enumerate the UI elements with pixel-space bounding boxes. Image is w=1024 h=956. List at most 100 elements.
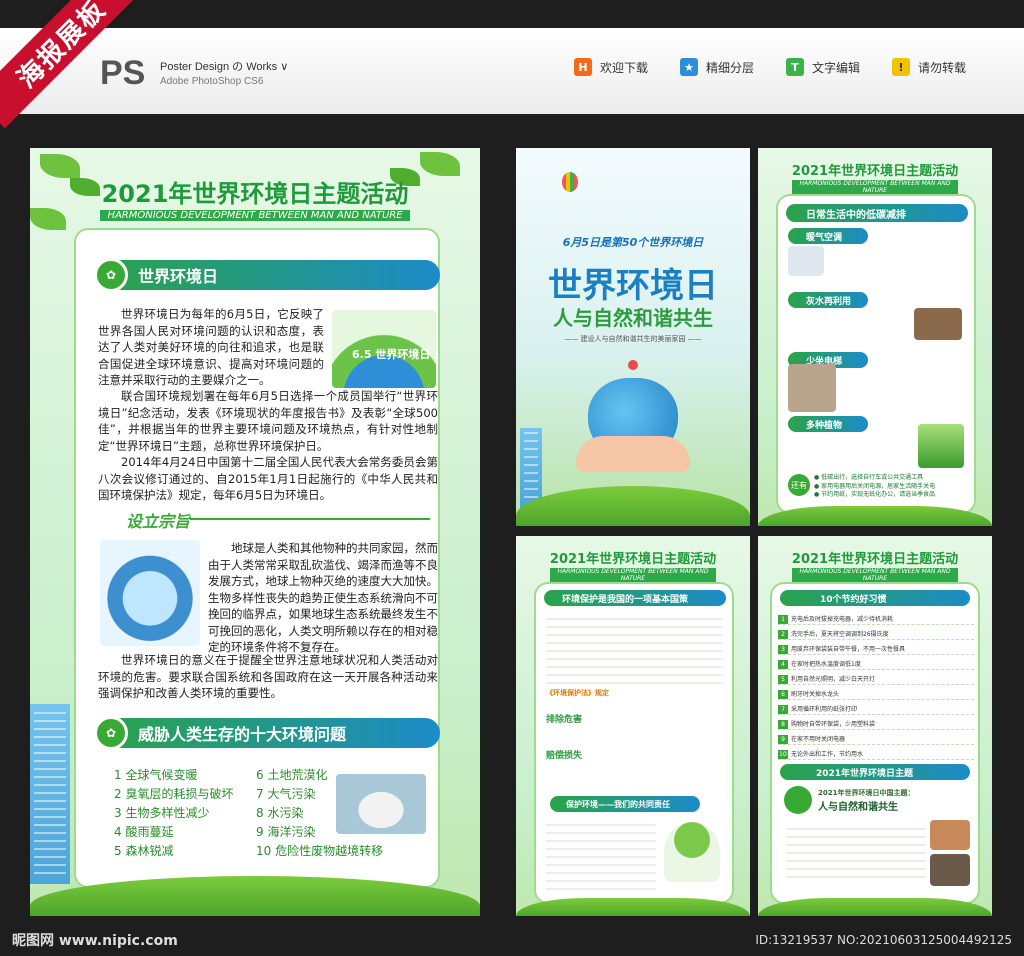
intro-paragraph: 世界环境日为每年的6月5日，它反映了世界各国人民对环境问题的认识和态度，表达了人… (98, 306, 324, 389)
t-icon: T (786, 58, 804, 76)
theme-text: 人与自然和谐共生 (818, 802, 898, 813)
building-decoration (520, 428, 542, 508)
person-photo (930, 854, 970, 886)
problem-item: 4 酸雨蔓延 (114, 825, 174, 839)
low-carbon-poster: 2021年世界环境日主题活动 HARMONIOUS DEVELOPMENT BE… (758, 148, 992, 526)
poster-subtitle-en: HARMONIOUS DEVELOPMENT BETWEEN MAN AND N… (550, 568, 716, 582)
badge-no-repost: ! 请勿转载 (892, 58, 966, 76)
habit-item: 9 在家不用时关闭电器 (778, 734, 974, 745)
habit-item: 6 刷牙时关掉水龙头 (778, 689, 974, 700)
hands-image (576, 436, 690, 472)
cover-top-line: 6月5日是第50个世界环境日 (562, 236, 704, 249)
section-title-responsibility: 保护环境——我们的共同责任 (550, 796, 700, 812)
site-logo: 昵图网 www.nipic.com (12, 933, 178, 949)
poster-title: 2021年世界环境日主题活动 (101, 180, 409, 208)
habit-item: 10 无论外出和工作，节约用水 (778, 749, 974, 760)
law-label: 《环境保护法》规定 (546, 689, 609, 697)
theme-paragraph (786, 822, 926, 884)
problem-item: 10 危险性废物越境转移 (256, 844, 384, 858)
grass-decoration (516, 486, 750, 526)
habit-item: 3 用废弃环保袋装自带午餐，不用一次性餐具 (778, 644, 974, 655)
img-badge: 6.5 世界环境日 (352, 348, 431, 361)
habit-item: 5 利用自然光照明，减少白天开灯 (778, 674, 974, 685)
badge-label: 精细分层 (706, 60, 755, 75)
item-heating: 暖气空调 (788, 228, 868, 244)
badge-download: H 欢迎下载 (574, 58, 648, 76)
section-title-purpose: 设立宗旨 (126, 512, 191, 531)
para-5: 世界环境日的意义在于提醒全世界注意地球状况和人类活动对环境的危害。要求联合国系统… (98, 653, 438, 700)
poster-title: 2021年世界环境日主题活动 (791, 164, 959, 179)
ps-logo: PS (100, 54, 146, 92)
section-title-world-env-day: ✿ 世界环境日 (94, 258, 440, 292)
cover-title: 世界环境日 (548, 266, 718, 306)
footer: 昵图网 www.nipic.com ID:13219537 NO:2021060… (0, 924, 1024, 956)
section-title-ten-problems: ✿ 威胁人类生存的十大环境问题 (94, 716, 440, 750)
habit-item: 1 充电后及时拔掉充电器，减少待机消耗 (778, 614, 974, 625)
point-eliminate: 排除危害 (546, 715, 583, 725)
hands-photo (930, 820, 970, 850)
sprout-image (914, 308, 962, 340)
emblem-icon: ✿ (94, 716, 128, 750)
divider (190, 518, 430, 520)
header-bar (0, 28, 1024, 114)
flower-icon (628, 360, 638, 370)
leaf-decoration (30, 208, 66, 230)
poster-title: 2021年世界环境日主题活动 (791, 552, 959, 567)
policy-text (546, 612, 722, 686)
habit-item: 2 洗完手后，夏天将空调调到26摄氏度 (778, 629, 974, 640)
poster-subtitle-en: HARMONIOUS DEVELOPMENT BETWEEN MAN AND N… (792, 568, 958, 582)
problem-item: 1 全球气候变暖 (114, 768, 198, 782)
para-3: 2014年4月24日中国第十二届全国人民代表大会常务委员会第八次会议修订通过的、… (98, 455, 438, 502)
tree-children-image (664, 822, 720, 882)
cover-slogan: —— 建设人与自然和谐共生的美丽家园 —— (564, 335, 702, 343)
h-icon: H (574, 58, 592, 76)
earth-image: 6.5 世界环境日 (332, 310, 436, 388)
poster-subtitle-en: HARMONIOUS DEVELOPMENT BETWEEN MAN AND N… (100, 210, 410, 221)
item-greywater: 灰水再利用 (788, 292, 868, 308)
problems-list-left: 1 全球气候变暖 2 臭氧层的耗损与破坏 3 生物多样性减少 4 酸雨蔓延 5 … (114, 766, 233, 861)
intro-paragraph-2: 联合国环境规划署在每年6月5日选择一个成员国举行“世界环境日”纪念活动，发表《环… (98, 388, 438, 504)
responsibility-text (546, 818, 656, 892)
emblem-icon (784, 786, 812, 814)
habits-poster: 2021年世界环境日主题活动 HARMONIOUS DEVELOPMENT BE… (758, 536, 992, 916)
problem-item: 3 生物多样性减少 (114, 806, 210, 820)
globe-tree-image (100, 540, 200, 646)
stairs-image (788, 364, 836, 412)
para-4: 地球是人类和其他物种的共同家园，然而由于人类常常采取乱砍滥伐、竭泽而渔等不良发展… (208, 541, 438, 654)
para-2: 联合国环境规划署在每年6月5日选择一个成员国举行“世界环境日”纪念活动，发表《环… (98, 389, 438, 453)
poster-subtitle-en: HARMONIOUS DEVELOPMENT BETWEEN MAN AND N… (792, 180, 958, 194)
cover-poster: 6月5日是第50个世界环境日 世界环境日 人与自然和谐共生 —— 建设人与自然和… (516, 148, 750, 526)
para-1: 世界环境日为每年的6月5日，它反映了世界各国人民对环境问题的认识和态度，表达了人… (98, 307, 324, 387)
badge-label: 请勿转载 (918, 60, 967, 75)
theme-label: 2021年世界环境日中国主题： (818, 789, 915, 797)
ps-line2: Adobe PhotoShop CS6 (160, 76, 264, 87)
leaf-decoration (420, 152, 460, 176)
also-badge: 还有 (788, 474, 810, 496)
emblem-icon: ✿ (94, 258, 128, 292)
ps-line1: Poster Design の Works ∨ (160, 61, 289, 73)
badge-label: 欢迎下载 (600, 60, 649, 75)
grass-decoration (516, 898, 750, 916)
image-id: ID:13219537 NO:20210603125004492125 (755, 933, 1012, 947)
section-title-policy: 环境保护是我国的一项基本国策 (544, 590, 726, 606)
tips-list: ● 低碳出行，选择自行车或公共交通工具 ● 家用电器用后关闭电源，居家生活随手关… (814, 474, 936, 498)
hot-air-balloon-icon (562, 172, 578, 192)
habit-item: 4 在家时把热水温度调低1度 (778, 659, 974, 670)
star-icon: ★ (680, 58, 698, 76)
section-title-habits: 10个节约好习惯 (780, 590, 970, 606)
point-compensate: 赔偿损失 (546, 751, 583, 761)
grass-decoration (758, 506, 992, 526)
warning-icon: ! (892, 58, 910, 76)
habit-item: 7 采用循环利用的纸张打印 (778, 704, 974, 715)
poster-title: 2021年世界环境日主题活动 (549, 552, 717, 567)
problem-item: 5 森林锐减 (114, 844, 174, 858)
main-poster: 2021年世界环境日主题活动 HARMONIOUS DEVELOPMENT BE… (30, 148, 480, 916)
item-plants: 多种植物 (788, 416, 868, 432)
habit-item: 8 购物时自带环保袋，少用塑料袋 (778, 719, 974, 730)
section-title-low-carbon: 日常生活中的低碳减排 (786, 204, 968, 222)
grass-decoration (758, 898, 992, 916)
badge-layers: ★ 精细分层 (680, 58, 754, 76)
ac-image (788, 246, 824, 276)
building-decoration (30, 704, 70, 884)
badge-label: 文字编辑 (812, 60, 861, 75)
